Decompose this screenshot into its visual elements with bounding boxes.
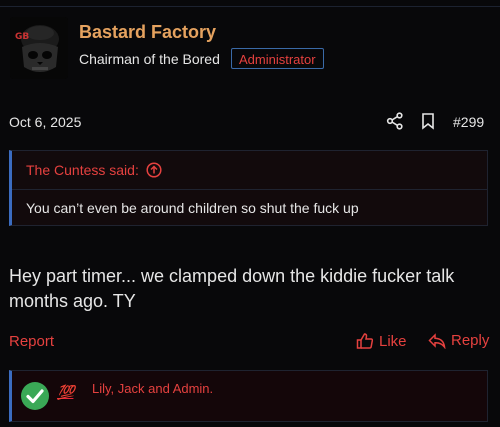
top-divider [0,6,500,7]
post-body: Hey part timer... we clamped down the ki… [9,266,455,311]
reactions-bar[interactable]: 💯 Lily, Jack and Admin. [9,370,488,422]
quote-block: The Cuntess said: You can’t even be arou… [9,150,488,226]
bookmark-icon[interactable] [419,112,437,130]
avatar-skull-image: GB [10,17,68,79]
like-button[interactable]: Like [356,332,407,350]
reply-button[interactable]: Reply [428,332,489,349]
like-label: Like [379,332,407,350]
reply-label: Reply [451,332,490,349]
quote-header[interactable]: The Cuntess said: [26,162,162,178]
role-badge: Administrator [231,48,324,69]
post-date[interactable]: Oct 6, 2025 [9,114,81,130]
thumbs-up-icon [356,333,374,349]
reply-icon [428,332,446,349]
username[interactable]: Bastard Factory [79,22,216,43]
user-avatar[interactable]: GB [10,17,68,79]
arrow-up-circle-icon[interactable] [146,162,162,178]
checkmark-icon [21,382,49,410]
user-title: Chairman of the Bored [79,51,220,67]
quote-text: You can’t even be around children so shu… [26,200,359,216]
svg-text:GB: GB [15,32,29,42]
share-icon[interactable] [386,112,404,130]
quote-divider [12,189,487,190]
hundred-points-icon: 💯 [57,384,74,400]
reaction-users[interactable]: Lily, Jack and Admin. [92,381,213,396]
quote-author[interactable]: The Cuntess said: [26,162,139,178]
post-number-link[interactable]: #299 [453,114,484,130]
report-link[interactable]: Report [9,333,54,350]
